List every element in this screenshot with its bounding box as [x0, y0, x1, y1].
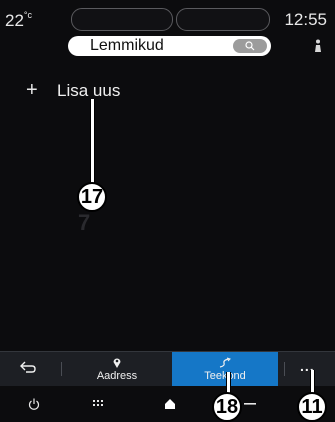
tab-teekond[interactable]: Teekond — [172, 352, 278, 386]
tab-teekond-label: Teekond — [204, 370, 246, 382]
status-widget-left[interactable] — [71, 8, 173, 31]
back-arrow-icon[interactable] — [20, 361, 36, 373]
location-pin-icon — [113, 358, 121, 368]
search-button[interactable] — [233, 39, 267, 53]
system-bar — [0, 386, 335, 422]
callout-17-leader — [90, 99, 95, 183]
tab-aadress[interactable]: Aadress — [77, 352, 157, 386]
home-icon[interactable] — [164, 398, 176, 410]
add-new-label: Lisa uus — [57, 81, 121, 100]
person-seat-icon[interactable] — [313, 39, 323, 53]
infotainment-screen: 22°c 12:55 Lemmikud + Lisa uus 7 17 Aadr… — [0, 0, 335, 422]
page-title: Lemmikud — [90, 37, 164, 54]
callout-11: 11 — [297, 392, 327, 422]
faded-digit: 7 — [78, 210, 91, 235]
clock: 12:55 — [284, 10, 327, 29]
status-widget-right[interactable] — [176, 8, 270, 31]
nav-divider — [61, 362, 62, 376]
minus-icon[interactable] — [244, 402, 256, 406]
plus-icon: + — [26, 79, 38, 101]
power-icon[interactable] — [28, 398, 40, 410]
bottom-nav: Aadress Teekond ... — [0, 351, 335, 386]
callout-17: 17 — [77, 182, 107, 212]
callout-18: 18 — [212, 392, 242, 422]
nav-divider — [284, 362, 285, 376]
tab-aadress-label: Aadress — [96, 370, 138, 382]
apps-grid-icon[interactable] — [93, 400, 103, 408]
outside-temperature: 22°c — [5, 10, 33, 30]
route-icon — [219, 357, 231, 368]
search-icon — [245, 41, 255, 51]
favorites-title-bar[interactable]: Lemmikud — [68, 36, 271, 56]
